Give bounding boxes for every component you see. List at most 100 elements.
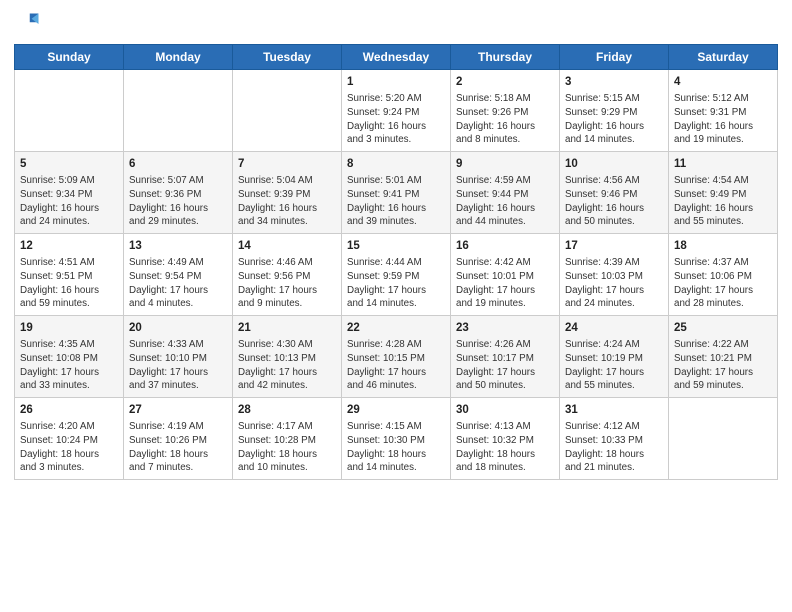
day-info: Sunrise: 4:42 AM Sunset: 10:01 PM Daylig… [456, 256, 554, 311]
day-header-tuesday: Tuesday [233, 45, 342, 70]
day-info: Sunrise: 4:17 AM Sunset: 10:28 PM Daylig… [238, 420, 336, 475]
day-header-thursday: Thursday [451, 45, 560, 70]
day-number: 9 [456, 156, 554, 172]
day-info: Sunrise: 5:09 AM Sunset: 9:34 PM Dayligh… [20, 174, 118, 229]
day-cell: 31Sunrise: 4:12 AM Sunset: 10:33 PM Dayl… [560, 398, 669, 480]
day-cell [124, 70, 233, 152]
day-info: Sunrise: 4:46 AM Sunset: 9:56 PM Dayligh… [238, 256, 336, 311]
day-number: 11 [674, 156, 772, 172]
day-header-wednesday: Wednesday [342, 45, 451, 70]
calendar: SundayMondayTuesdayWednesdayThursdayFrid… [14, 44, 778, 480]
logo [14, 10, 46, 38]
day-cell: 12 Sunrise: 4:51 AM Sunset: 9:51 PM Dayli… [15, 234, 124, 316]
day-info: Sunrise: 4:59 AM Sunset: 9:44 PM Dayligh… [456, 174, 554, 229]
day-header-monday: Monday [124, 45, 233, 70]
day-info: Sunrise: 5:01 AM Sunset: 9:41 PM Dayligh… [347, 174, 445, 229]
day-info: Sunrise: 4:22 AM Sunset: 10:21 PM Daylig… [674, 338, 772, 393]
day-info: Sunrise: 4:26 AM Sunset: 10:17 PM Daylig… [456, 338, 554, 393]
day-number: 13 [129, 238, 227, 254]
day-cell: 29 Sunrise: 4:15 AM Sunset: 10:30 PM Dayl… [342, 398, 451, 480]
day-info: Sunrise: 4:44 AM Sunset: 9:59 PM Dayligh… [347, 256, 445, 311]
day-cell: 14 Sunrise: 4:46 AM Sunset: 9:56 PM Dayli… [233, 234, 342, 316]
day-cell: 3 Sunrise: 5:15 AM Sunset: 9:29 PM Daylig… [560, 70, 669, 152]
day-cell: 7 Sunrise: 5:04 AM Sunset: 9:39 PM Daylig… [233, 152, 342, 234]
day-number: 28 [238, 402, 336, 418]
day-cell: 16 Sunrise: 4:42 AM Sunset: 10:01 PM Dayl… [451, 234, 560, 316]
week-row-3: 12 Sunrise: 4:51 AM Sunset: 9:51 PM Dayli… [15, 234, 778, 316]
day-cell: 15 Sunrise: 4:44 AM Sunset: 9:59 PM Dayli… [342, 234, 451, 316]
day-info: Sunrise: 4:49 AM Sunset: 9:54 PM Dayligh… [129, 256, 227, 311]
day-cell: 8Sunrise: 5:01 AM Sunset: 9:41 PM Daylig… [342, 152, 451, 234]
day-info: Sunrise: 5:12 AM Sunset: 9:31 PM Dayligh… [674, 92, 772, 147]
day-number: 27 [129, 402, 227, 418]
day-info: Sunrise: 5:07 AM Sunset: 9:36 PM Dayligh… [129, 174, 227, 229]
day-number: 10 [565, 156, 663, 172]
week-row-2: 5 Sunrise: 5:09 AM Sunset: 9:34 PM Daylig… [15, 152, 778, 234]
day-info: Sunrise: 5:20 AM Sunset: 9:24 PM Dayligh… [347, 92, 445, 147]
day-cell [233, 70, 342, 152]
day-number: 26 [20, 402, 118, 418]
day-cell: 18Sunrise: 4:37 AM Sunset: 10:06 PM Dayl… [669, 234, 778, 316]
week-row-4: 19Sunrise: 4:35 AM Sunset: 10:08 PM Dayl… [15, 316, 778, 398]
day-number: 5 [20, 156, 118, 172]
day-number: 12 [20, 238, 118, 254]
day-cell [669, 398, 778, 480]
logo-icon [14, 10, 42, 38]
week-row-1: 1 Sunrise: 5:20 AM Sunset: 9:24 PM Daylig… [15, 70, 778, 152]
day-header-saturday: Saturday [669, 45, 778, 70]
day-number: 23 [456, 320, 554, 336]
day-cell: 9 Sunrise: 4:59 AM Sunset: 9:44 PM Daylig… [451, 152, 560, 234]
day-number: 24 [565, 320, 663, 336]
day-number: 22 [347, 320, 445, 336]
day-cell: 26 Sunrise: 4:20 AM Sunset: 10:24 PM Dayl… [15, 398, 124, 480]
day-number: 3 [565, 74, 663, 90]
day-number: 15 [347, 238, 445, 254]
day-number: 1 [347, 74, 445, 90]
day-cell: 10 Sunrise: 4:56 AM Sunset: 9:46 PM Dayli… [560, 152, 669, 234]
day-info: Sunrise: 5:15 AM Sunset: 9:29 PM Dayligh… [565, 92, 663, 147]
calendar-body: 1 Sunrise: 5:20 AM Sunset: 9:24 PM Daylig… [15, 70, 778, 480]
day-info: Sunrise: 4:30 AM Sunset: 10:13 PM Daylig… [238, 338, 336, 393]
day-info: Sunrise: 4:39 AM Sunset: 10:03 PM Daylig… [565, 256, 663, 311]
day-info: Sunrise: 5:18 AM Sunset: 9:26 PM Dayligh… [456, 92, 554, 147]
day-header-sunday: Sunday [15, 45, 124, 70]
day-cell: 2Sunrise: 5:18 AM Sunset: 9:26 PM Daylig… [451, 70, 560, 152]
day-info: Sunrise: 4:13 AM Sunset: 10:32 PM Daylig… [456, 420, 554, 475]
day-cell: 17Sunrise: 4:39 AM Sunset: 10:03 PM Dayl… [560, 234, 669, 316]
day-cell: 23 Sunrise: 4:26 AM Sunset: 10:17 PM Dayl… [451, 316, 560, 398]
day-info: Sunrise: 4:20 AM Sunset: 10:24 PM Daylig… [20, 420, 118, 475]
day-info: Sunrise: 4:19 AM Sunset: 10:26 PM Daylig… [129, 420, 227, 475]
day-cell: 19Sunrise: 4:35 AM Sunset: 10:08 PM Dayl… [15, 316, 124, 398]
day-info: Sunrise: 4:33 AM Sunset: 10:10 PM Daylig… [129, 338, 227, 393]
day-cell: 30 Sunrise: 4:13 AM Sunset: 10:32 PM Dayl… [451, 398, 560, 480]
page: SundayMondayTuesdayWednesdayThursdayFrid… [0, 0, 792, 612]
day-number: 16 [456, 238, 554, 254]
day-number: 18 [674, 238, 772, 254]
day-info: Sunrise: 4:24 AM Sunset: 10:19 PM Daylig… [565, 338, 663, 393]
day-number: 14 [238, 238, 336, 254]
day-cell: 11Sunrise: 4:54 AM Sunset: 9:49 PM Dayli… [669, 152, 778, 234]
day-number: 19 [20, 320, 118, 336]
day-cell: 5 Sunrise: 5:09 AM Sunset: 9:34 PM Daylig… [15, 152, 124, 234]
calendar-header: SundayMondayTuesdayWednesdayThursdayFrid… [15, 45, 778, 70]
day-info: Sunrise: 4:51 AM Sunset: 9:51 PM Dayligh… [20, 256, 118, 311]
day-number: 29 [347, 402, 445, 418]
day-number: 20 [129, 320, 227, 336]
day-number: 25 [674, 320, 772, 336]
day-cell: 27 Sunrise: 4:19 AM Sunset: 10:26 PM Dayl… [124, 398, 233, 480]
day-cell: 22 Sunrise: 4:28 AM Sunset: 10:15 PM Dayl… [342, 316, 451, 398]
day-info: Sunrise: 4:56 AM Sunset: 9:46 PM Dayligh… [565, 174, 663, 229]
day-info: Sunrise: 4:28 AM Sunset: 10:15 PM Daylig… [347, 338, 445, 393]
day-cell: 4Sunrise: 5:12 AM Sunset: 9:31 PM Daylig… [669, 70, 778, 152]
week-row-5: 26 Sunrise: 4:20 AM Sunset: 10:24 PM Dayl… [15, 398, 778, 480]
day-header-row: SundayMondayTuesdayWednesdayThursdayFrid… [15, 45, 778, 70]
day-number: 7 [238, 156, 336, 172]
day-number: 31 [565, 402, 663, 418]
day-info: Sunrise: 5:04 AM Sunset: 9:39 PM Dayligh… [238, 174, 336, 229]
day-cell: 28 Sunrise: 4:17 AM Sunset: 10:28 PM Dayl… [233, 398, 342, 480]
day-info: Sunrise: 4:15 AM Sunset: 10:30 PM Daylig… [347, 420, 445, 475]
day-cell: 20 Sunrise: 4:33 AM Sunset: 10:10 PM Dayl… [124, 316, 233, 398]
day-cell: 25 Sunrise: 4:22 AM Sunset: 10:21 PM Dayl… [669, 316, 778, 398]
day-number: 30 [456, 402, 554, 418]
day-cell: 6Sunrise: 5:07 AM Sunset: 9:36 PM Daylig… [124, 152, 233, 234]
